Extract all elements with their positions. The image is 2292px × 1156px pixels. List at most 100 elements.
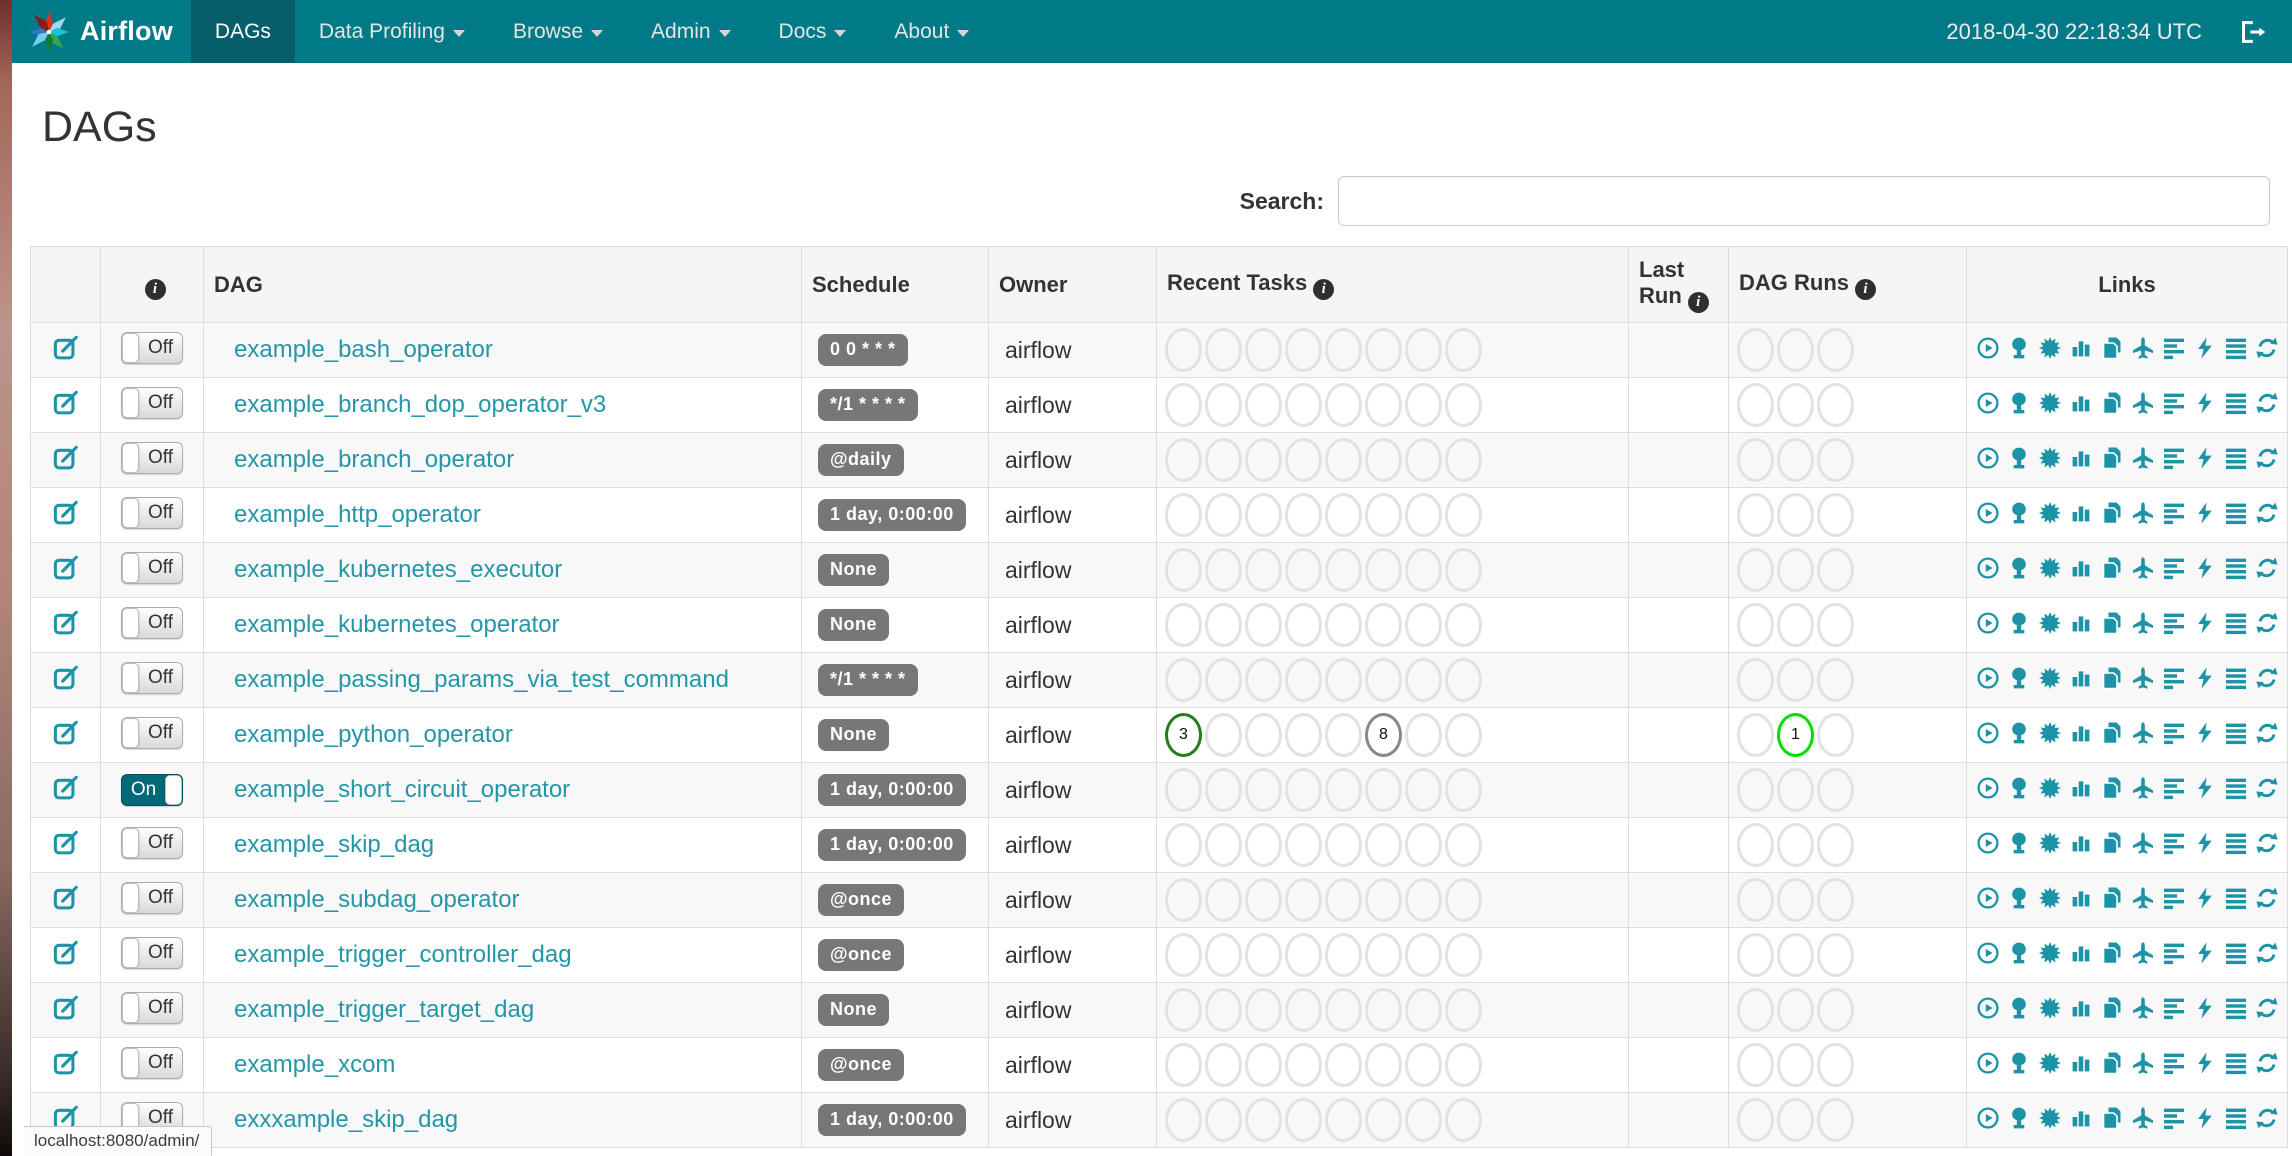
task-state-circle[interactable]	[1405, 1043, 1442, 1087]
dag-link[interactable]: example_trigger_target_dag	[234, 996, 534, 1023]
tree-view-icon[interactable]: Tree View	[2007, 501, 2031, 525]
edit-dag-icon[interactable]	[52, 774, 79, 801]
task-state-circle[interactable]	[1365, 823, 1402, 867]
task-state-circle[interactable]	[1165, 768, 1202, 812]
landing-times-icon[interactable]: Landing Times	[2131, 886, 2155, 910]
task-state-circle[interactable]	[1285, 328, 1322, 372]
dag-run-circle[interactable]	[1737, 713, 1774, 757]
dag-run-circle[interactable]	[1737, 548, 1774, 592]
nav-item-about[interactable]: About	[870, 0, 993, 63]
task-state-circle[interactable]	[1365, 658, 1402, 702]
task-duration-icon[interactable]: Task Duration	[2069, 886, 2093, 910]
edit-dag-icon[interactable]	[52, 719, 79, 746]
task-duration-icon[interactable]: Task Duration	[2069, 996, 2093, 1020]
graph-view-icon[interactable]: Graph View	[2038, 611, 2062, 635]
task-state-circle[interactable]	[1325, 328, 1362, 372]
task-duration-icon[interactable]: Task Duration	[2069, 721, 2093, 745]
edit-dag-icon[interactable]	[52, 334, 79, 361]
dag-pause-toggle[interactable]: On	[121, 774, 183, 806]
task-state-circle[interactable]	[1405, 328, 1442, 372]
logs-icon[interactable]: Logs	[2224, 1106, 2248, 1130]
edit-dag-icon[interactable]	[52, 939, 79, 966]
dag-pause-toggle[interactable]: Off	[121, 497, 183, 529]
task-state-circle[interactable]	[1205, 328, 1242, 372]
dag-run-circle[interactable]	[1817, 823, 1854, 867]
edit-dag-icon[interactable]	[52, 884, 79, 911]
task-state-circle[interactable]	[1205, 768, 1242, 812]
trigger-dag-icon[interactable]: Trigger Dag	[1976, 886, 2000, 910]
dag-run-circle[interactable]	[1777, 823, 1814, 867]
dag-run-circle[interactable]	[1817, 603, 1854, 647]
task-state-circle[interactable]	[1285, 548, 1322, 592]
logs-icon[interactable]: Logs	[2224, 776, 2248, 800]
task-state-circle[interactable]	[1165, 383, 1202, 427]
task-state-circle[interactable]	[1405, 988, 1442, 1032]
edit-dag-icon[interactable]	[52, 609, 79, 636]
landing-times-icon[interactable]: Landing Times	[2131, 721, 2155, 745]
task-state-circle[interactable]	[1365, 328, 1402, 372]
dag-run-circle[interactable]	[1777, 603, 1814, 647]
task-state-circle[interactable]	[1245, 1043, 1282, 1087]
task-state-circle[interactable]	[1445, 1098, 1482, 1142]
task-state-circle[interactable]	[1365, 988, 1402, 1032]
task-duration-icon[interactable]: Task Duration	[2069, 666, 2093, 690]
task-state-circle[interactable]	[1405, 383, 1442, 427]
dag-run-circle[interactable]	[1737, 383, 1774, 427]
refresh-icon[interactable]: Refresh	[2255, 941, 2279, 965]
dag-pause-toggle[interactable]: Off	[121, 1047, 183, 1079]
landing-times-icon[interactable]: Landing Times	[2131, 776, 2155, 800]
task-state-circle[interactable]	[1325, 768, 1362, 812]
task-duration-icon[interactable]: Task Duration	[2069, 446, 2093, 470]
task-state-circle[interactable]	[1445, 328, 1482, 372]
task-state-circle[interactable]	[1365, 493, 1402, 537]
tree-view-icon[interactable]: Tree View	[2007, 666, 2031, 690]
task-state-circle[interactable]	[1445, 933, 1482, 977]
dag-pause-toggle[interactable]: Off	[121, 937, 183, 969]
tree-view-icon[interactable]: Tree View	[2007, 721, 2031, 745]
refresh-icon[interactable]: Refresh	[2255, 996, 2279, 1020]
task-duration-icon[interactable]: Task Duration	[2069, 336, 2093, 360]
dag-run-circle[interactable]	[1737, 933, 1774, 977]
graph-view-icon[interactable]: Graph View	[2038, 391, 2062, 415]
task-state-circle[interactable]	[1405, 823, 1442, 867]
task-tries-icon[interactable]: Task Tries	[2100, 556, 2124, 580]
gantt-view-icon[interactable]: Gantt View	[2162, 776, 2186, 800]
logs-icon[interactable]: Logs	[2224, 886, 2248, 910]
gantt-view-icon[interactable]: Gantt View	[2162, 391, 2186, 415]
code-view-icon[interactable]: Code View	[2193, 336, 2217, 360]
dag-run-circle[interactable]	[1737, 438, 1774, 482]
task-duration-icon[interactable]: Task Duration	[2069, 611, 2093, 635]
task-state-circle[interactable]	[1245, 933, 1282, 977]
task-state-circle[interactable]	[1445, 823, 1482, 867]
dag-run-circle[interactable]	[1777, 658, 1814, 702]
task-duration-icon[interactable]: Task Duration	[2069, 776, 2093, 800]
refresh-icon[interactable]: Refresh	[2255, 721, 2279, 745]
dag-pause-toggle[interactable]: Off	[121, 442, 183, 474]
task-state-circle[interactable]	[1445, 1043, 1482, 1087]
task-duration-icon[interactable]: Task Duration	[2069, 391, 2093, 415]
task-state-circle[interactable]	[1205, 438, 1242, 482]
graph-view-icon[interactable]: Graph View	[2038, 721, 2062, 745]
task-state-circle[interactable]	[1205, 493, 1242, 537]
code-view-icon[interactable]: Code View	[2193, 556, 2217, 580]
dag-run-circle[interactable]	[1777, 933, 1814, 977]
task-state-circle[interactable]	[1445, 548, 1482, 592]
task-state-circle[interactable]	[1285, 438, 1322, 482]
task-state-circle[interactable]	[1285, 1043, 1322, 1087]
task-tries-icon[interactable]: Task Tries	[2100, 941, 2124, 965]
task-state-circle[interactable]	[1165, 603, 1202, 647]
graph-view-icon[interactable]: Graph View	[2038, 666, 2062, 690]
brand[interactable]: Airflow	[12, 0, 191, 63]
task-tries-icon[interactable]: Task Tries	[2100, 336, 2124, 360]
graph-view-icon[interactable]: Graph View	[2038, 556, 2062, 580]
tree-view-icon[interactable]: Tree View	[2007, 556, 2031, 580]
code-view-icon[interactable]: Code View	[2193, 831, 2217, 855]
refresh-icon[interactable]: Refresh	[2255, 336, 2279, 360]
task-state-circle[interactable]	[1245, 328, 1282, 372]
dag-link[interactable]: example_branch_dop_operator_v3	[234, 391, 606, 418]
tree-view-icon[interactable]: Tree View	[2007, 1051, 2031, 1075]
tree-view-icon[interactable]: Tree View	[2007, 996, 2031, 1020]
task-state-circle[interactable]	[1325, 603, 1362, 647]
dag-run-circle[interactable]	[1777, 768, 1814, 812]
task-state-circle[interactable]	[1245, 878, 1282, 922]
